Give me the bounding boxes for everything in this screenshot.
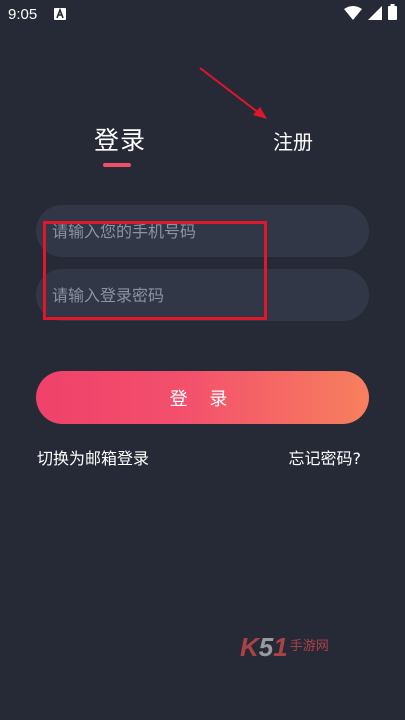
status-bar: 9:05 [0,0,405,30]
forgot-password-link[interactable]: 忘记密码? [289,445,362,469]
watermark-1: 1 [273,632,288,662]
status-time: 9:05 [8,6,38,23]
annotation-highlight-box [43,221,267,320]
watermark-k: K [240,632,259,662]
login-button[interactable]: 登 录 [36,371,369,424]
watermark-5: 5 [258,632,274,662]
watermark-text: 手游网 [289,639,329,654]
tab-register[interactable]: 注册 [273,126,313,155]
watermark-logo: K 5 1 手游网 [240,632,329,663]
battery-icon [388,4,397,24]
status-icons [344,4,397,24]
annotation-arrow-icon [199,67,267,119]
switch-to-email-login-link[interactable]: 切换为邮箱登录 [37,445,149,469]
tab-login[interactable]: 登录 [94,121,146,157]
signal-icon [368,5,382,24]
notification-icon [54,8,66,20]
wifi-icon [344,5,362,24]
tab-active-indicator [103,163,131,167]
